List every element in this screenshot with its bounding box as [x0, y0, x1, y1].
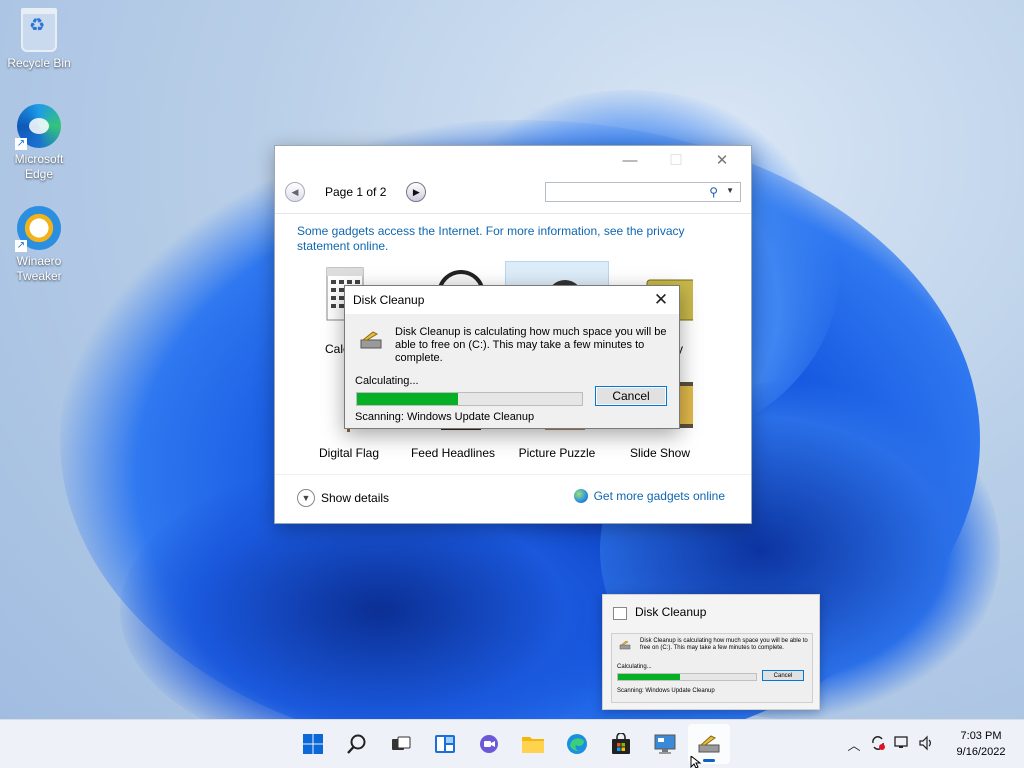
edge-icon — [567, 734, 587, 754]
dialog-title: Disk Cleanup — [353, 293, 425, 307]
gadget-labels-row: Digital Flag Feed Headlines Picture Puzz… — [275, 446, 751, 462]
edge-button[interactable] — [556, 724, 598, 764]
disk-cleanup-dialog: Disk Cleanup ✕ Disk Cleanup is calculati… — [344, 285, 680, 429]
scanning-text: Scanning: Windows Update Cleanup — [355, 411, 535, 423]
control-panel-button[interactable] — [644, 724, 686, 764]
next-page-button[interactable]: ▶ — [406, 182, 427, 202]
start-button[interactable] — [292, 724, 334, 764]
show-details-label: Show details — [321, 491, 390, 505]
show-details-button[interactable]: ▼ Show details — [297, 489, 389, 507]
search-icon — [347, 734, 366, 754]
chevron-down-icon[interactable]: ▼ — [726, 186, 734, 195]
widgets-button[interactable] — [424, 724, 466, 764]
desktop-icon-recycle-bin[interactable]: Recycle Bin — [4, 8, 74, 71]
gadget-label-slide-show: Slide Show — [629, 446, 691, 460]
privacy-notice-link[interactable]: Some gadgets access the Internet. For mo… — [297, 224, 727, 254]
clock[interactable]: 7:03 PM 9/16/2022 — [938, 728, 1024, 760]
desktop-icon-label: Microsoft Edge — [14, 152, 64, 181]
chevron-down-icon: ▼ — [297, 489, 315, 507]
gadgets-footer: ▼ Show details Get more gadgets online — [275, 474, 751, 523]
preview-cancel-button: Cancel — [762, 670, 804, 681]
progress-bar — [356, 392, 583, 406]
widgets-icon — [435, 735, 455, 753]
cancel-button[interactable]: Cancel — [595, 386, 667, 406]
file-explorer-icon — [522, 737, 544, 753]
window-icon — [613, 607, 627, 620]
globe-icon — [573, 489, 588, 503]
system-tray: ︿ 7:03 PM 9/16/2022 — [842, 720, 1024, 768]
clock-time: 7:03 PM — [960, 730, 1002, 742]
page-indicator: Page 1 of 2 — [325, 185, 387, 199]
recycle-bin-icon — [21, 8, 57, 52]
mouse-cursor — [690, 756, 702, 768]
progress-fill — [357, 393, 459, 405]
edge-icon: ↗ — [15, 104, 61, 150]
minimize-button[interactable]: — — [619, 152, 641, 170]
clock-date: 9/16/2022 — [956, 746, 1006, 758]
close-button[interactable]: ✕ — [649, 289, 673, 311]
shortcut-arrow-icon: ↗ — [15, 240, 27, 252]
sync-alert-icon[interactable] — [866, 735, 890, 754]
gadget-label-digital-flag: Digital Flag — [318, 446, 380, 460]
shortcut-arrow-icon: ↗ — [15, 138, 27, 150]
volume-icon[interactable] — [914, 735, 938, 754]
winaero-tweaker-icon: ↗ — [15, 206, 61, 252]
dialog-title-bar: Disk Cleanup ✕ — [345, 286, 679, 314]
preview-progress-bar — [617, 673, 757, 681]
network-icon[interactable] — [890, 735, 914, 754]
store-button[interactable] — [600, 724, 642, 764]
search-button[interactable] — [336, 724, 378, 764]
gadget-label-picture-puzzle: Picture Puzzle — [518, 446, 596, 460]
preview-content: Disk Cleanup is calculating how much spa… — [611, 633, 813, 703]
file-explorer-button[interactable] — [512, 724, 554, 764]
chat-icon — [480, 735, 498, 753]
status-text: Calculating... — [355, 375, 419, 387]
search-icon: ⚲ — [709, 185, 718, 199]
dialog-message: Disk Cleanup is calculating how much spa… — [395, 326, 667, 364]
preview-message: Disk Cleanup is calculating how much spa… — [640, 638, 808, 651]
close-button[interactable]: ✕ — [711, 152, 733, 170]
disk-cleanup-icon — [360, 331, 382, 349]
store-icon — [612, 733, 630, 754]
desktop-icon-label: Recycle Bin — [7, 56, 71, 70]
desktop-icon-winaero-tweaker[interactable]: ↗ Winaero Tweaker — [4, 206, 74, 284]
task-view-button[interactable] — [380, 724, 422, 764]
chat-button[interactable] — [468, 724, 510, 764]
start-icon — [303, 734, 323, 754]
search-gadgets-input[interactable]: ⚲ ▼ — [545, 182, 741, 202]
window-caption: — ☐ ✕ — [275, 146, 751, 176]
preview-scanning-text: Scanning: Windows Update Cleanup — [617, 688, 715, 694]
desktop-icon-label: Winaero Tweaker — [16, 254, 62, 283]
gadget-label-feed-headlines: Feed Headlines — [410, 446, 496, 460]
control-panel-icon — [654, 734, 676, 754]
taskbar-apps — [292, 720, 730, 768]
task-view-icon — [392, 736, 411, 750]
preview-progress-fill — [618, 674, 681, 680]
maximize-button: ☐ — [669, 152, 683, 169]
desktop-icon-microsoft-edge[interactable]: ↗ Microsoft Edge — [4, 104, 74, 182]
disk-cleanup-icon — [619, 640, 631, 650]
disk-cleanup-icon — [698, 735, 720, 753]
get-more-gadgets-label: Get more gadgets online — [593, 489, 725, 503]
page-navigation: ◀ Page 1 of 2 ▶ — [285, 182, 427, 202]
get-more-gadgets-link[interactable]: Get more gadgets online — [573, 489, 725, 503]
preview-status: Calculating... — [617, 664, 652, 670]
previous-page-button[interactable]: ◀ — [285, 182, 305, 202]
taskbar: ︿ 7:03 PM 9/16/2022 — [0, 719, 1024, 768]
preview-title: Disk Cleanup — [635, 605, 707, 619]
show-hidden-icons-button[interactable]: ︿ — [842, 735, 866, 754]
taskbar-thumbnail-preview[interactable]: Disk Cleanup Disk Cleanup is calculating… — [602, 594, 820, 710]
